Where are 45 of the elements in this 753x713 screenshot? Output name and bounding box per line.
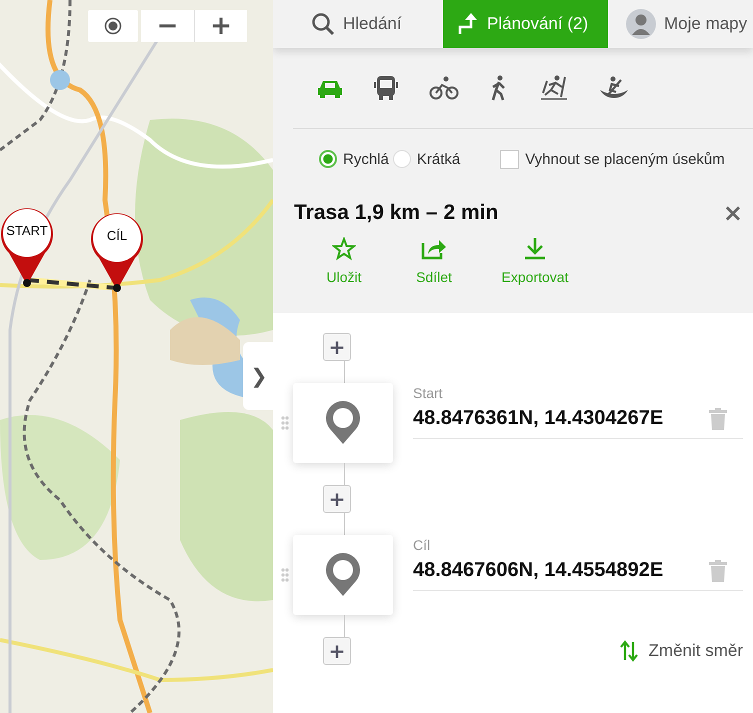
- tab[interactable]: Moje mapy: [608, 0, 753, 48]
- bus-icon[interactable]: [373, 75, 399, 101]
- waypoint-coordinates[interactable]: 48.8467606N, 14.4554892E: [413, 559, 664, 582]
- map-pin-icon: [325, 401, 361, 445]
- add-stop-button[interactable]: +: [323, 637, 351, 665]
- close-button[interactable]: ×: [718, 199, 747, 227]
- tab-label: Hledání: [343, 14, 402, 34]
- action-label: Uložit: [326, 269, 362, 285]
- action-label: Exportovat: [502, 269, 568, 285]
- collapse-button[interactable]: ❯: [243, 342, 273, 410]
- zoom-in-button[interactable]: +: [194, 10, 247, 42]
- download-icon: [523, 237, 547, 261]
- swap-arrows-icon: [618, 640, 639, 662]
- route-marker[interactable]: START: [0, 205, 55, 287]
- drag-handle-icon[interactable]: [281, 416, 289, 430]
- reverse-label: Změnit směr: [648, 641, 743, 661]
- tab-label: Plánování (2): [487, 14, 588, 34]
- ski-icon[interactable]: [539, 75, 569, 101]
- map-pin-icon: [325, 553, 361, 597]
- star-icon: [332, 237, 356, 261]
- add-stop-button[interactable]: +: [323, 333, 351, 361]
- route-type-radio[interactable]: Krátká: [392, 150, 460, 168]
- locate-button[interactable]: [88, 10, 138, 42]
- reverse-button[interactable]: Změnit směr: [618, 640, 743, 662]
- locate-icon: [104, 17, 122, 35]
- add-stop-button[interactable]: +: [323, 485, 351, 513]
- search-icon: [311, 12, 335, 36]
- route-summary: Trasa 1,9 km – 2 min: [294, 201, 498, 225]
- turn-arrow-icon: [457, 12, 479, 36]
- waypoint-label: Cíl: [413, 537, 432, 553]
- waypoint-label: Start: [413, 385, 444, 401]
- waypoint-coordinates[interactable]: 48.8476361N, 14.4304267E: [413, 407, 664, 430]
- boat-icon[interactable]: [599, 76, 629, 100]
- waypoint-card[interactable]: [293, 383, 393, 463]
- share-icon: [421, 237, 447, 261]
- action-label: Sdílet: [416, 269, 452, 285]
- waypoint-card[interactable]: [293, 535, 393, 615]
- route-marker[interactable]: CÍL: [89, 210, 145, 292]
- tab[interactable]: Hledání: [273, 0, 443, 48]
- drag-handle-icon[interactable]: [281, 568, 289, 582]
- route-type-radio[interactable]: Rychlá: [319, 150, 389, 168]
- avatar-icon: [626, 9, 656, 39]
- bike-icon[interactable]: [429, 76, 459, 100]
- tab-label: Moje mapy: [664, 14, 748, 34]
- avoid-tolls-checkbox[interactable]: Vyhnout se placeným úsekům: [500, 150, 725, 168]
